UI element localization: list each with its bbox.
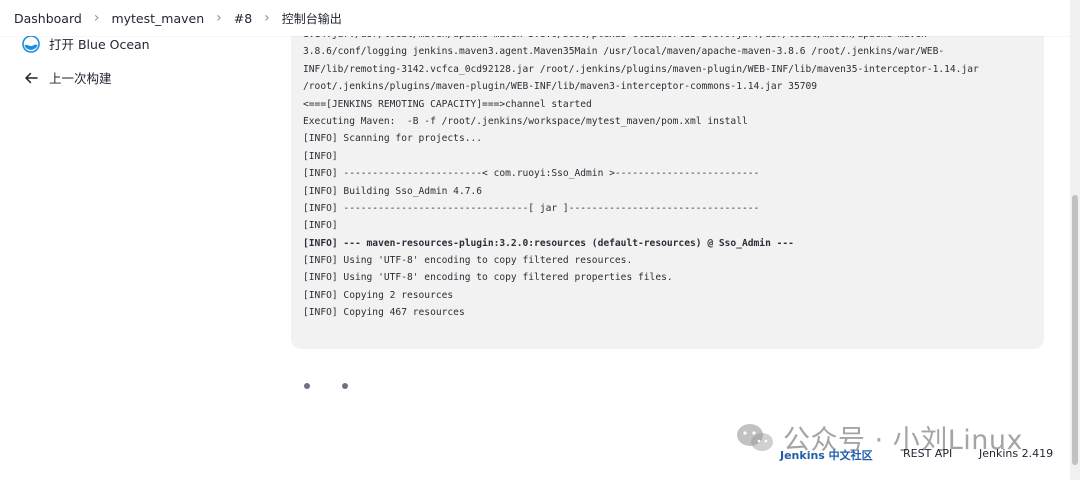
breadcrumb-console-output[interactable]: 控制台输出 (282, 10, 342, 27)
console-line: [INFO] (303, 220, 338, 232)
breadcrumb: Dashboard › mytest_maven › #8 › 控制台输出 (0, 0, 1070, 36)
breadcrumb-job[interactable]: mytest_maven (111, 11, 204, 26)
console-line: INF/lib/remoting-3142.vcfca_0cd92128.jar… (303, 63, 979, 75)
console-line: [INFO] ------------------------< com.ruo… (303, 168, 760, 180)
console-line: 3.8.6/conf/logging jenkins.maven3.agent.… (303, 46, 945, 58)
scrollbar-thumb[interactable] (1072, 195, 1078, 465)
jenkins-community-link[interactable]: Jenkins 中文社区 (780, 447, 873, 463)
breadcrumb-separator-icon: › (216, 10, 222, 26)
console-line: Executing Maven: -B -f /root/.jenkins/wo… (303, 115, 748, 127)
loading-dot (342, 383, 348, 389)
sidebar-item-previous-build[interactable]: 上一次构建 (22, 68, 112, 87)
jenkins-version-link[interactable]: Jenkins 2.419 (979, 447, 1053, 460)
page-scrollbar[interactable] (1070, 0, 1080, 480)
wechat-icon (737, 423, 773, 451)
blue-ocean-icon (22, 34, 40, 53)
console-output: 1.14.jar:/usr/local/maven/apache-maven-3… (291, 18, 1044, 349)
console-line: [INFO] Building Sso_Admin 4.7.6 (303, 185, 483, 197)
console-line: [INFO] Using 'UTF-8' encoding to copy fi… (303, 272, 673, 284)
arrow-left-icon (22, 69, 40, 87)
console-line: [INFO] Scanning for projects... (303, 133, 483, 145)
console-line: [INFO] (303, 150, 338, 162)
console-line: /root/.jenkins/plugins/maven-plugin/WEB-… (303, 81, 818, 93)
console-line: [INFO] Copying 467 resources (303, 307, 465, 319)
console-line: [INFO] --- maven-resources-plugin:3.2.0:… (303, 237, 794, 249)
console-line: <===[JENKINS REMOTING CAPACITY]===>chann… (303, 98, 592, 110)
sidebar-item-label: 打开 Blue Ocean (49, 37, 150, 52)
breadcrumb-dashboard[interactable]: Dashboard (14, 11, 82, 26)
loading-dot (304, 383, 310, 389)
console-line: [INFO] --------------------------------[… (303, 202, 760, 214)
sidebar-item-label: 上一次构建 (49, 71, 112, 86)
breadcrumb-separator-icon: › (264, 10, 270, 26)
rest-api-link[interactable]: REST API (903, 447, 952, 460)
sidebar-item-blue-ocean[interactable]: 打开 Blue Ocean (22, 34, 150, 53)
console-line: [INFO] Copying 2 resources (303, 289, 454, 301)
console-lines: 1.14.jar:/usr/local/maven/apache-maven-3… (303, 26, 1039, 322)
breadcrumb-build[interactable]: #8 (234, 11, 252, 26)
console-line: [INFO] Using 'UTF-8' encoding to copy fi… (303, 255, 633, 267)
breadcrumb-separator-icon: › (93, 10, 100, 26)
